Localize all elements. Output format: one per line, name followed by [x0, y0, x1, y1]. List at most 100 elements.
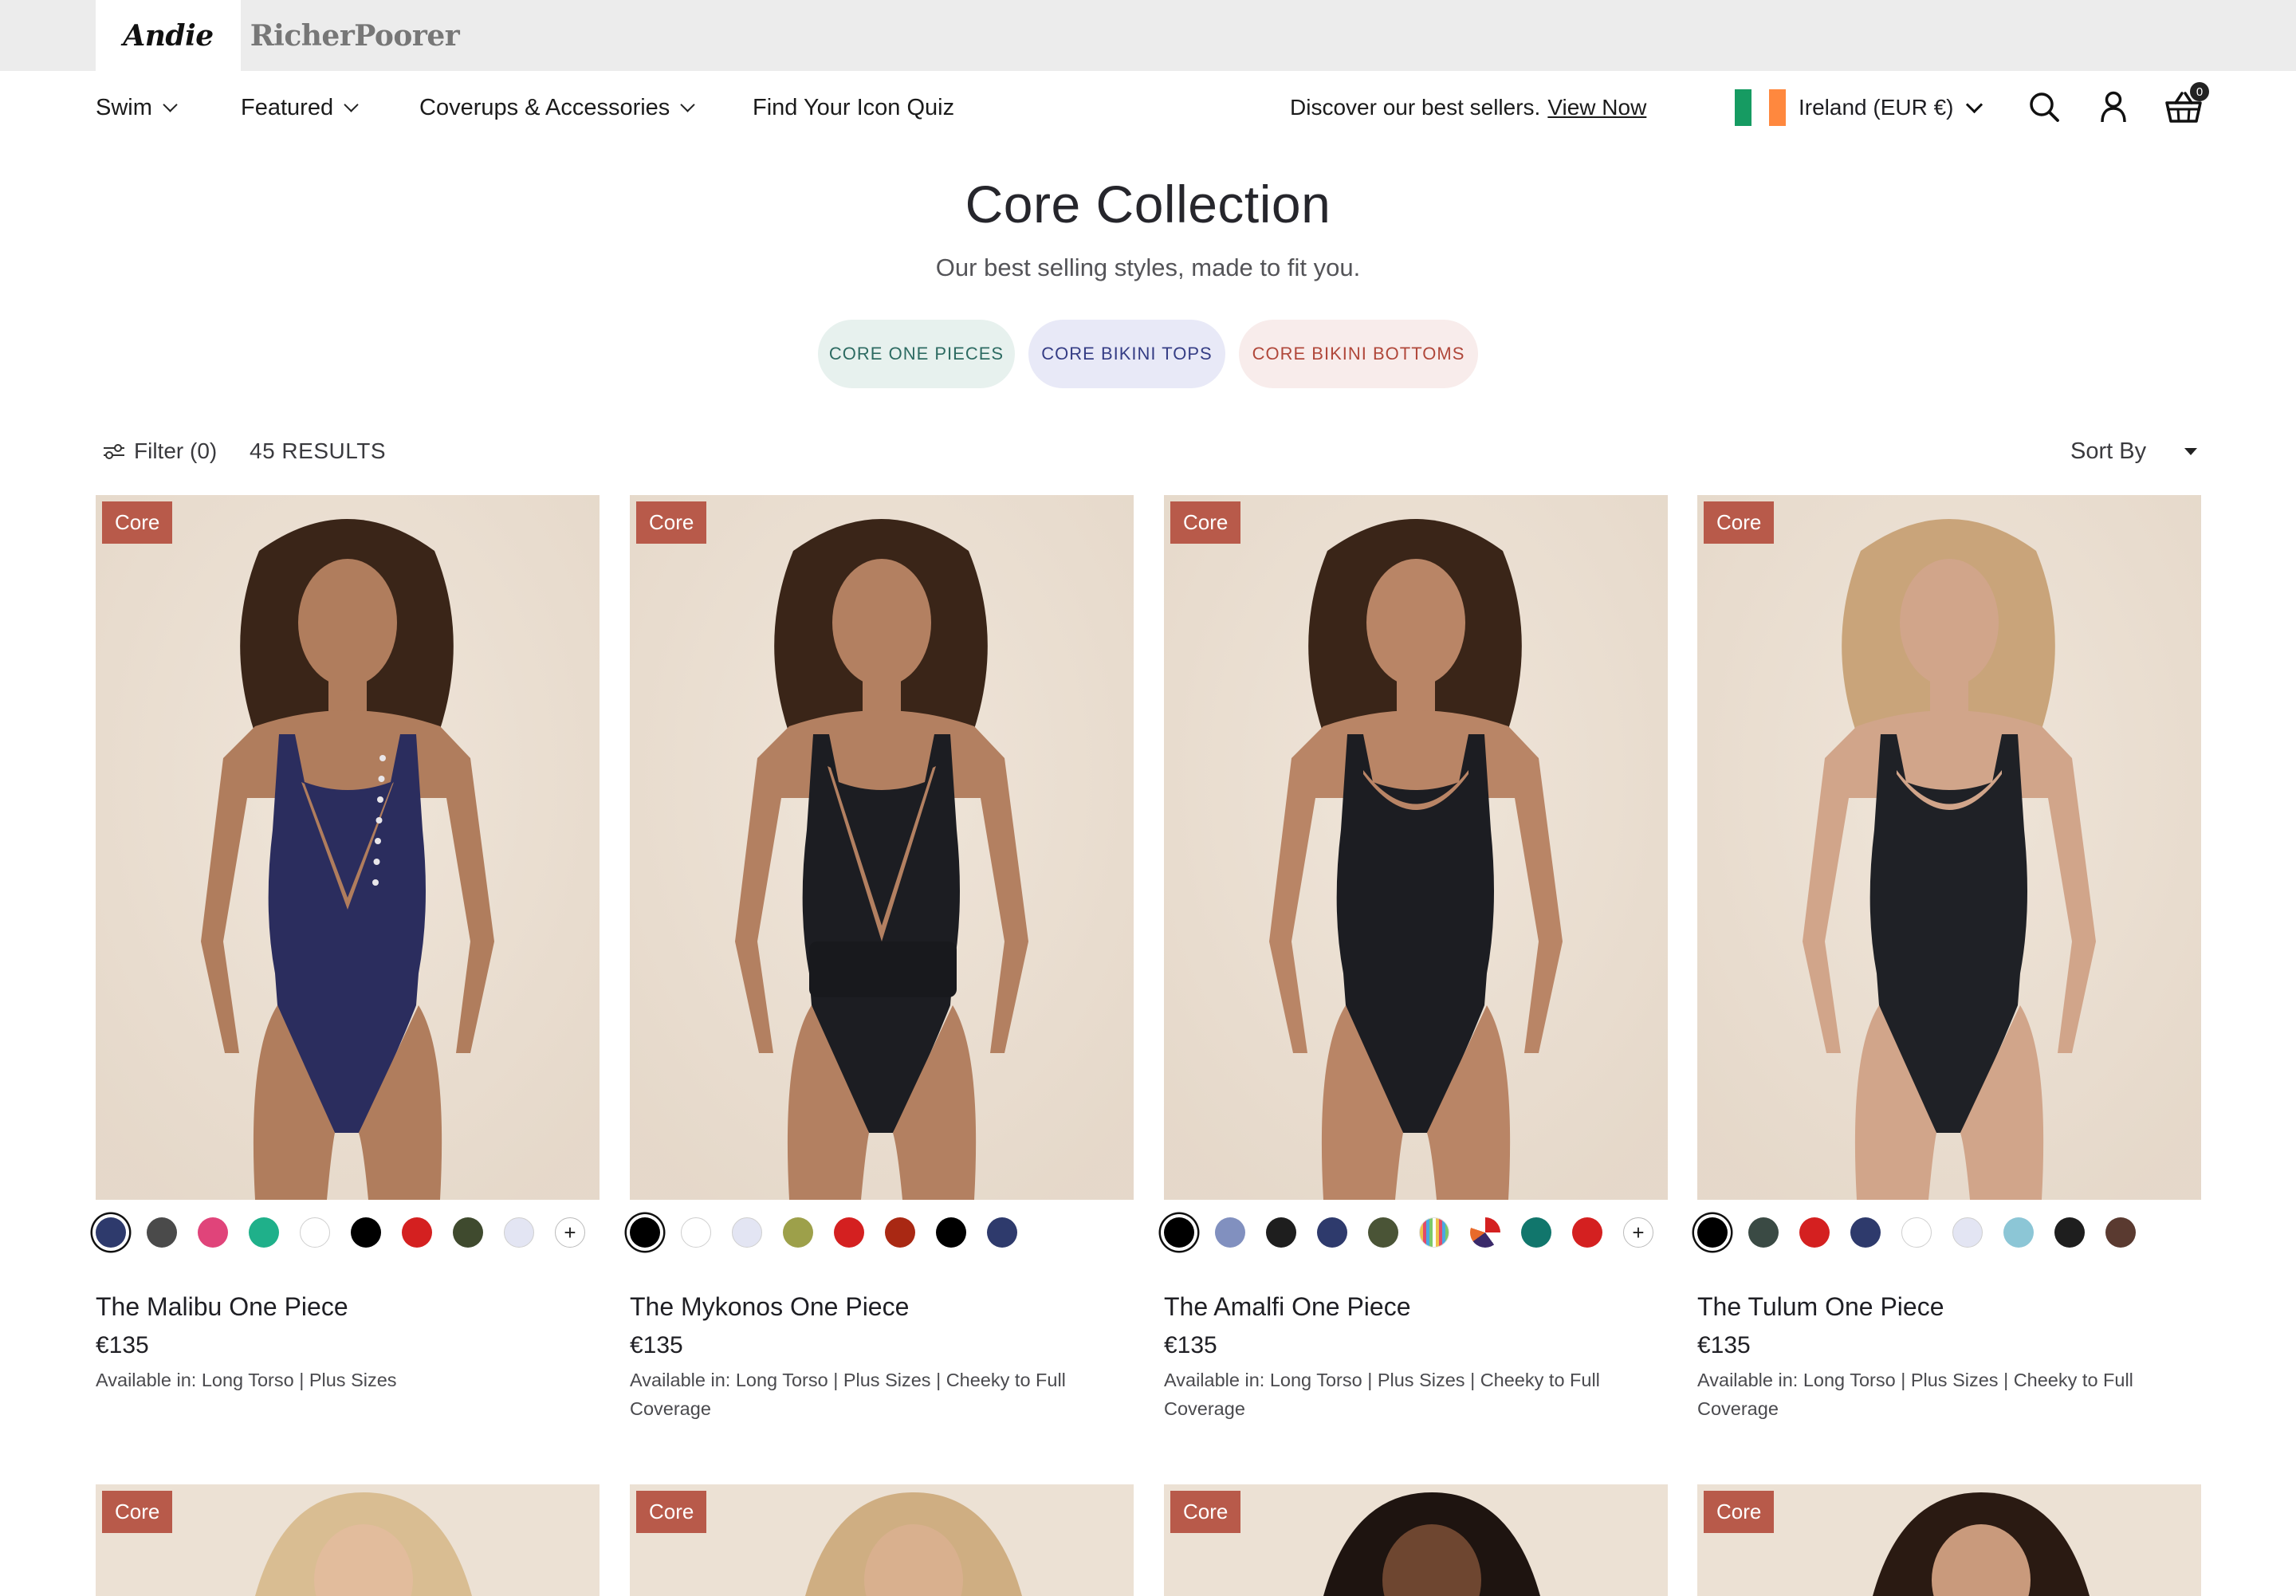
product-image[interactable] — [96, 495, 600, 1200]
nav-coverups-label: Coverups & Accessories — [419, 94, 670, 120]
nav-coverups-accessories[interactable]: Coverups & Accessories — [419, 71, 696, 144]
filter-sliders-icon — [104, 444, 124, 459]
product-availability: Available in: Long Torso | Plus Sizes | … — [1697, 1370, 2133, 1419]
core-badge: Core — [1704, 1491, 1775, 1533]
color-swatch[interactable] — [1799, 1217, 1830, 1248]
core-badge: Core — [102, 1491, 173, 1533]
promo-text: Discover our best sellers. — [1290, 95, 1541, 120]
product-card-partial[interactable]: Core — [96, 1484, 600, 1596]
product-card-partial[interactable]: Core — [1164, 1484, 1668, 1596]
color-swatch[interactable] — [2054, 1217, 2085, 1248]
product-name[interactable]: The Tulum One Piece — [1697, 1292, 1944, 1322]
core-badge: Core — [636, 501, 707, 544]
product-card-partial[interactable]: Core — [1697, 1484, 2201, 1596]
promo-view-now-link[interactable]: View Now — [1547, 95, 1646, 120]
sort-by-dropdown[interactable]: Sort By — [2070, 435, 2198, 467]
brand-tab-richerpoorer[interactable]: RicherPoorer — [250, 0, 460, 71]
color-swatches — [1697, 1213, 2156, 1252]
product-image[interactable] — [1697, 495, 2201, 1200]
color-swatch[interactable] — [504, 1217, 534, 1248]
brand-switcher: Andie RicherPoorer — [0, 0, 2296, 71]
color-swatch[interactable] — [1748, 1217, 1779, 1248]
color-swatch[interactable] — [732, 1217, 762, 1248]
color-swatch[interactable] — [453, 1217, 483, 1248]
country-selector[interactable]: Ireland (EUR €) — [1735, 71, 1983, 144]
chevron-down-icon — [1965, 96, 1983, 113]
nav-icon-quiz[interactable]: Find Your Icon Quiz — [753, 71, 954, 144]
promo-message: Discover our best sellers. View Now — [1290, 71, 1646, 144]
color-swatch[interactable] — [1368, 1217, 1398, 1248]
nav-featured-label: Featured — [241, 94, 334, 120]
filter-label: Filter (0) — [134, 438, 218, 463]
pill-core-bikini-bottoms[interactable]: CORE BIKINI BOTTOMS — [1239, 320, 1478, 388]
color-swatch[interactable] — [1850, 1217, 1881, 1248]
color-swatch[interactable] — [402, 1217, 432, 1248]
chevron-down-icon — [680, 96, 696, 112]
core-badge: Core — [1170, 1491, 1241, 1533]
color-swatches — [630, 1213, 1038, 1252]
color-swatch[interactable] — [351, 1217, 381, 1248]
color-swatches: + — [1164, 1213, 1674, 1252]
product-availability: Available in: Long Torso | Plus Sizes — [96, 1370, 397, 1390]
color-swatch[interactable] — [936, 1217, 966, 1248]
core-badge: Core — [102, 501, 173, 544]
caret-down-icon — [2184, 447, 2198, 455]
product-name[interactable]: The Mykonos One Piece — [630, 1292, 909, 1322]
filter-button[interactable]: Filter (0) — [102, 435, 217, 467]
product-card-partial[interactable]: Core — [630, 1484, 1134, 1596]
color-swatch[interactable] — [1419, 1217, 1449, 1248]
account-icon[interactable] — [2096, 89, 2131, 124]
color-swatch[interactable] — [1164, 1217, 1194, 1248]
core-badge: Core — [1170, 501, 1241, 544]
page-subtitle: Our best selling styles, made to fit you… — [935, 254, 1361, 281]
search-icon[interactable] — [2027, 89, 2062, 124]
color-swatch[interactable] — [2105, 1217, 2136, 1248]
color-swatch[interactable] — [681, 1217, 711, 1248]
more-colors-plus-icon[interactable]: + — [1623, 1217, 1653, 1248]
brand-tab-andie[interactable]: Andie — [96, 0, 241, 71]
product-availability: Available in: Long Torso | Plus Sizes | … — [1164, 1370, 1600, 1419]
product-price: €135 — [1164, 1332, 1217, 1358]
color-swatch[interactable] — [1317, 1217, 1347, 1248]
chevron-down-icon — [163, 96, 178, 112]
color-swatch[interactable] — [147, 1217, 177, 1248]
page-title: Core Collection — [965, 175, 1331, 234]
color-swatch[interactable] — [1521, 1217, 1551, 1248]
color-swatch[interactable] — [1901, 1217, 1932, 1248]
product-image[interactable] — [630, 495, 1134, 1200]
ireland-flag-icon — [1735, 89, 1786, 126]
product-name[interactable]: The Malibu One Piece — [96, 1292, 348, 1322]
cart-count-badge: 0 — [2190, 82, 2209, 101]
color-swatch[interactable] — [198, 1217, 228, 1248]
more-colors-plus-icon[interactable]: + — [555, 1217, 585, 1248]
main-nav: Swim Featured Coverups & Accessories Fin… — [0, 71, 2296, 144]
color-swatch[interactable] — [2003, 1217, 2034, 1248]
color-swatch[interactable] — [1952, 1217, 1983, 1248]
color-swatch[interactable] — [300, 1217, 330, 1248]
product-price: €135 — [96, 1332, 149, 1358]
color-swatch[interactable] — [1215, 1217, 1245, 1248]
color-swatch[interactable] — [885, 1217, 915, 1248]
product-name[interactable]: The Amalfi One Piece — [1164, 1292, 1410, 1322]
sort-by-label: Sort By — [2070, 438, 2147, 464]
color-swatch[interactable] — [96, 1217, 126, 1248]
color-swatch[interactable] — [1697, 1217, 1728, 1248]
color-swatch[interactable] — [987, 1217, 1017, 1248]
core-badge: Core — [1704, 501, 1775, 544]
nav-swim[interactable]: Swim — [96, 71, 178, 144]
color-swatch[interactable] — [1572, 1217, 1602, 1248]
color-swatch[interactable] — [1266, 1217, 1296, 1248]
core-badge: Core — [636, 1491, 707, 1533]
color-swatch[interactable] — [1470, 1217, 1500, 1248]
product-price: €135 — [630, 1332, 683, 1358]
pill-core-bikini-tops[interactable]: CORE BIKINI TOPS — [1028, 320, 1225, 388]
chevron-down-icon — [344, 96, 359, 112]
product-image[interactable] — [1164, 495, 1668, 1200]
pill-core-one-pieces[interactable]: CORE ONE PIECES — [818, 320, 1015, 388]
color-swatch[interactable] — [783, 1217, 813, 1248]
color-swatch[interactable] — [249, 1217, 279, 1248]
product-price: €135 — [1697, 1332, 1751, 1358]
color-swatch[interactable] — [834, 1217, 864, 1248]
nav-featured[interactable]: Featured — [241, 71, 359, 144]
color-swatch[interactable] — [630, 1217, 660, 1248]
